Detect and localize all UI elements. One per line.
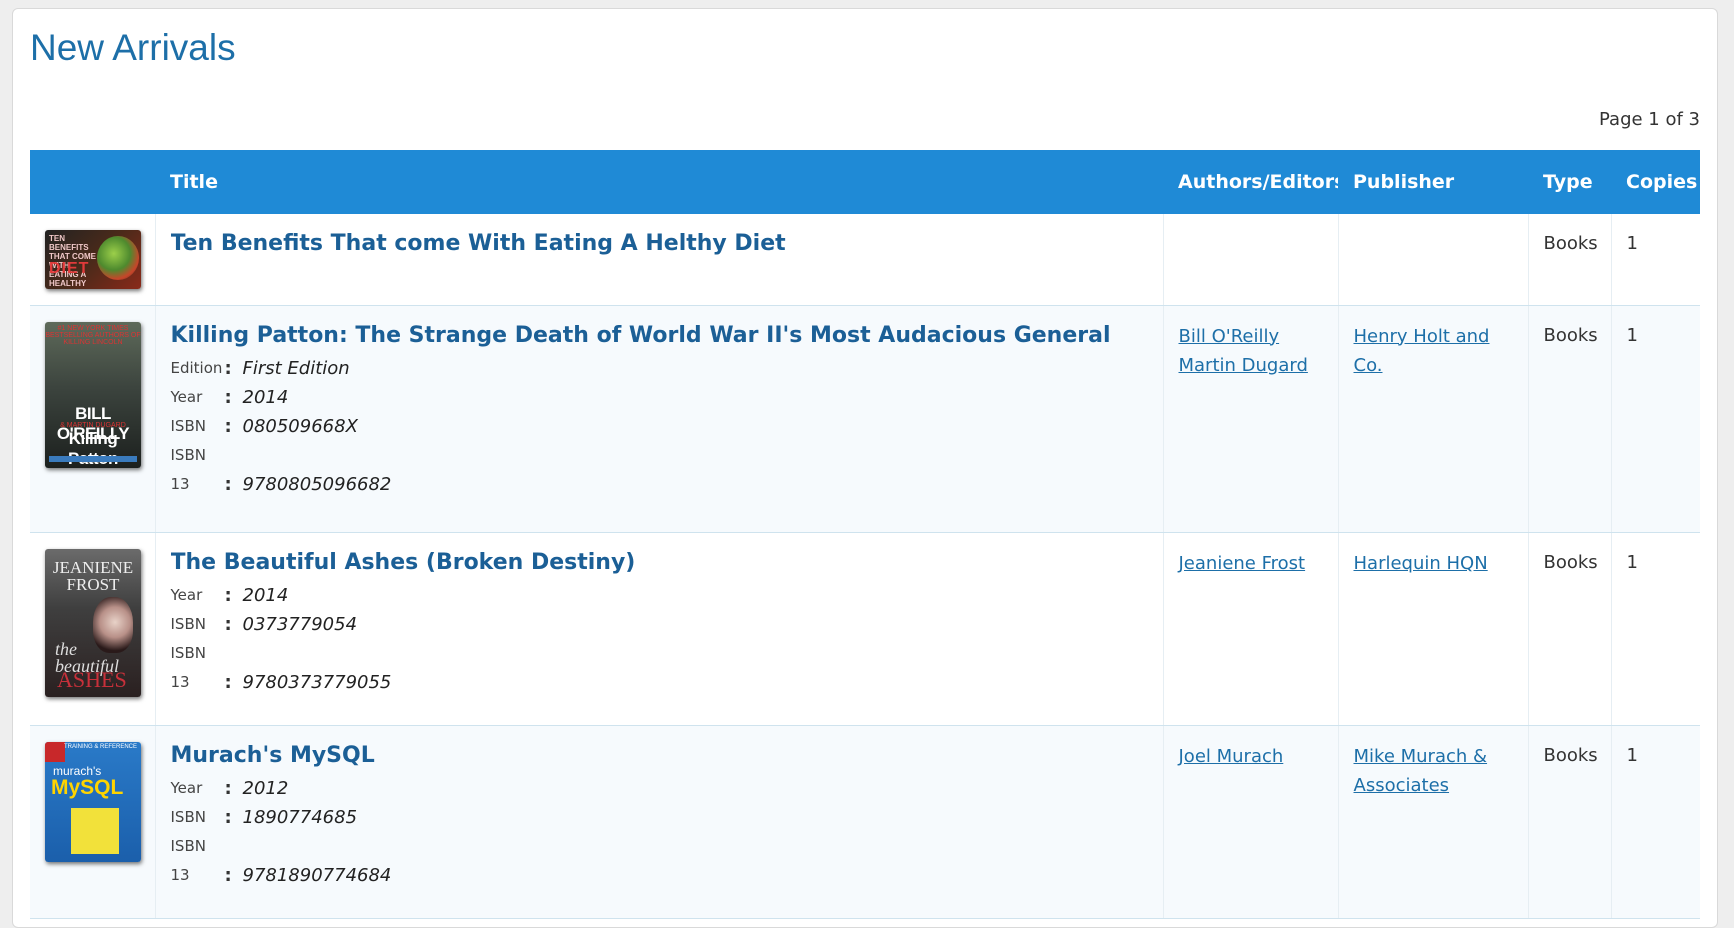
publisher-cell: Harlequin HQN [1338, 532, 1529, 726]
year-row: Year : 2014 [171, 383, 1148, 412]
column-header-copies[interactable]: Copies [1611, 150, 1700, 214]
book-type: Books [1543, 233, 1598, 254]
book-title-link[interactable]: The Beautiful Ashes (Broken Destiny) [171, 549, 1148, 577]
book-copies: 1 [1626, 233, 1638, 254]
table-row: #1 NEW YORK TIMES BESTSELLING AUTHORS OF… [30, 305, 1700, 533]
book-title-link[interactable]: Murach's MySQL [171, 742, 1148, 770]
isbn-row: ISBN : 1890774685 [171, 803, 1148, 832]
book-cover-image[interactable]: TRAINING & REFERENCE murach's MySQL [45, 741, 141, 862]
authors-cell: Jeaniene Frost [1163, 532, 1339, 726]
column-header-publisher[interactable]: Publisher [1338, 150, 1528, 214]
title-cell: Ten Benefits That come With Eating A Hel… [155, 214, 1164, 306]
type-cell: Books [1528, 532, 1612, 726]
table-row: TEN BENEFITS THAT COME WITH EATING A HEA… [30, 214, 1700, 306]
isbn-row: ISBN : 0373779054 [171, 610, 1148, 639]
author-link[interactable]: Joel Murach [1179, 742, 1323, 771]
book-copies: 1 [1626, 744, 1638, 766]
books-table: Title Authors/Editors Publisher Type Cop… [30, 150, 1700, 919]
book-copies: 1 [1626, 324, 1638, 346]
column-header-cover [30, 150, 155, 214]
publisher-link[interactable]: Henry Holt and Co. [1354, 322, 1513, 380]
isbn13-value: 9780805096682 [242, 473, 392, 495]
author-link[interactable]: Martin Dugard [1179, 351, 1323, 380]
type-cell: Books [1528, 305, 1612, 533]
book-type: Books [1543, 324, 1598, 346]
publisher-cell: Mike Murach & Associates [1338, 725, 1529, 919]
cover-cell: #1 NEW YORK TIMES BESTSELLING AUTHORS OF… [30, 305, 156, 533]
book-details: Year : 2014 ISBN : 0373779054 ISBN13 : [171, 581, 1148, 697]
year-value: 2014 [242, 386, 289, 408]
publisher-link[interactable]: Harlequin HQN [1354, 549, 1513, 578]
column-header-authors[interactable]: Authors/Editors [1163, 150, 1338, 214]
isbn-value: 1890774685 [242, 806, 358, 828]
column-header-type[interactable]: Type [1528, 150, 1611, 214]
pagination-status: Page 1 of 3 [1599, 109, 1700, 130]
column-header-title[interactable]: Title [155, 150, 1163, 214]
isbn-row: ISBN : 080509668X [171, 412, 1148, 441]
title-cell: Murach's MySQL Year : 2012 ISBN : 189077… [155, 725, 1164, 919]
isbn13-row: ISBN 13 : 9781890774684 [171, 832, 1148, 890]
cover-cell: TEN BENEFITS THAT COME WITH EATING A HEA… [30, 214, 156, 306]
publisher-cell: Henry Holt and Co. [1338, 305, 1529, 533]
isbn-value: 0373779054 [242, 613, 358, 635]
authors-cell: Joel Murach [1163, 725, 1339, 919]
author-link[interactable]: Bill O'Reilly [1179, 322, 1323, 351]
year-value: 2012 [242, 777, 289, 799]
title-cell: The Beautiful Ashes (Broken Destiny) Yea… [155, 532, 1164, 726]
book-type: Books [1543, 551, 1598, 573]
book-title-link[interactable]: Ten Benefits That come With Eating A Hel… [171, 230, 1148, 258]
edition-value: First Edition [242, 357, 350, 379]
author-link[interactable]: Jeaniene Frost [1179, 549, 1323, 578]
publisher-cell [1338, 214, 1529, 306]
authors-cell [1163, 214, 1339, 306]
edition-row: Edition : First Edition [171, 354, 1148, 383]
copies-cell: 1 [1611, 532, 1700, 726]
copies-cell: 1 [1611, 305, 1700, 533]
page-title: New Arrivals [30, 27, 236, 68]
type-cell: Books [1528, 214, 1612, 306]
new-arrivals-panel: New Arrivals Page 1 of 3 Title Authors/E… [12, 8, 1718, 928]
year-row: Year : 2014 [171, 581, 1148, 610]
book-details: Year : 2012 ISBN : 1890774685 ISBN13 : [171, 774, 1148, 890]
type-cell: Books [1528, 725, 1612, 919]
book-type: Books [1543, 744, 1598, 766]
table-row: TRAINING & REFERENCE murach's MySQL Mura… [30, 725, 1700, 919]
table-header-row: Title Authors/Editors Publisher Type Cop… [30, 150, 1700, 214]
book-title-link[interactable]: Killing Patton: The Strange Death of Wor… [171, 322, 1148, 350]
book-cover-image[interactable]: JEANIENE FROST the beautiful ASHES [45, 548, 141, 697]
cover-cell: JEANIENE FROST the beautiful ASHES [30, 532, 156, 726]
book-cover-image[interactable]: #1 NEW YORK TIMES BESTSELLING AUTHORS OF… [45, 321, 141, 468]
copies-cell: 1 [1611, 214, 1700, 306]
isbn13-row: ISBN 13 : 9780373779055 [171, 639, 1148, 697]
isbn13-row: ISBN 13 : 9780805096682 [171, 441, 1148, 499]
isbn13-value: 9781890774684 [242, 864, 392, 886]
copies-cell: 1 [1611, 725, 1700, 919]
table-row: JEANIENE FROST the beautiful ASHES The B… [30, 532, 1700, 726]
book-cover-image[interactable]: TEN BENEFITS THAT COME WITH EATING A HEA… [45, 230, 141, 289]
title-cell: Killing Patton: The Strange Death of Wor… [155, 305, 1164, 533]
book-details: Edition : First Edition Year : 2014 ISBN… [171, 354, 1148, 499]
year-value: 2014 [242, 584, 289, 606]
isbn13-value: 9780373779055 [242, 671, 392, 693]
cover-cell: TRAINING & REFERENCE murach's MySQL [30, 725, 156, 919]
isbn-value: 080509668X [242, 415, 358, 437]
authors-cell: Bill O'Reilly Martin Dugard [1163, 305, 1339, 533]
book-copies: 1 [1626, 551, 1638, 573]
publisher-link[interactable]: Associates [1354, 771, 1513, 800]
year-row: Year : 2012 [171, 774, 1148, 803]
publisher-link[interactable]: Mike Murach & [1354, 742, 1513, 771]
